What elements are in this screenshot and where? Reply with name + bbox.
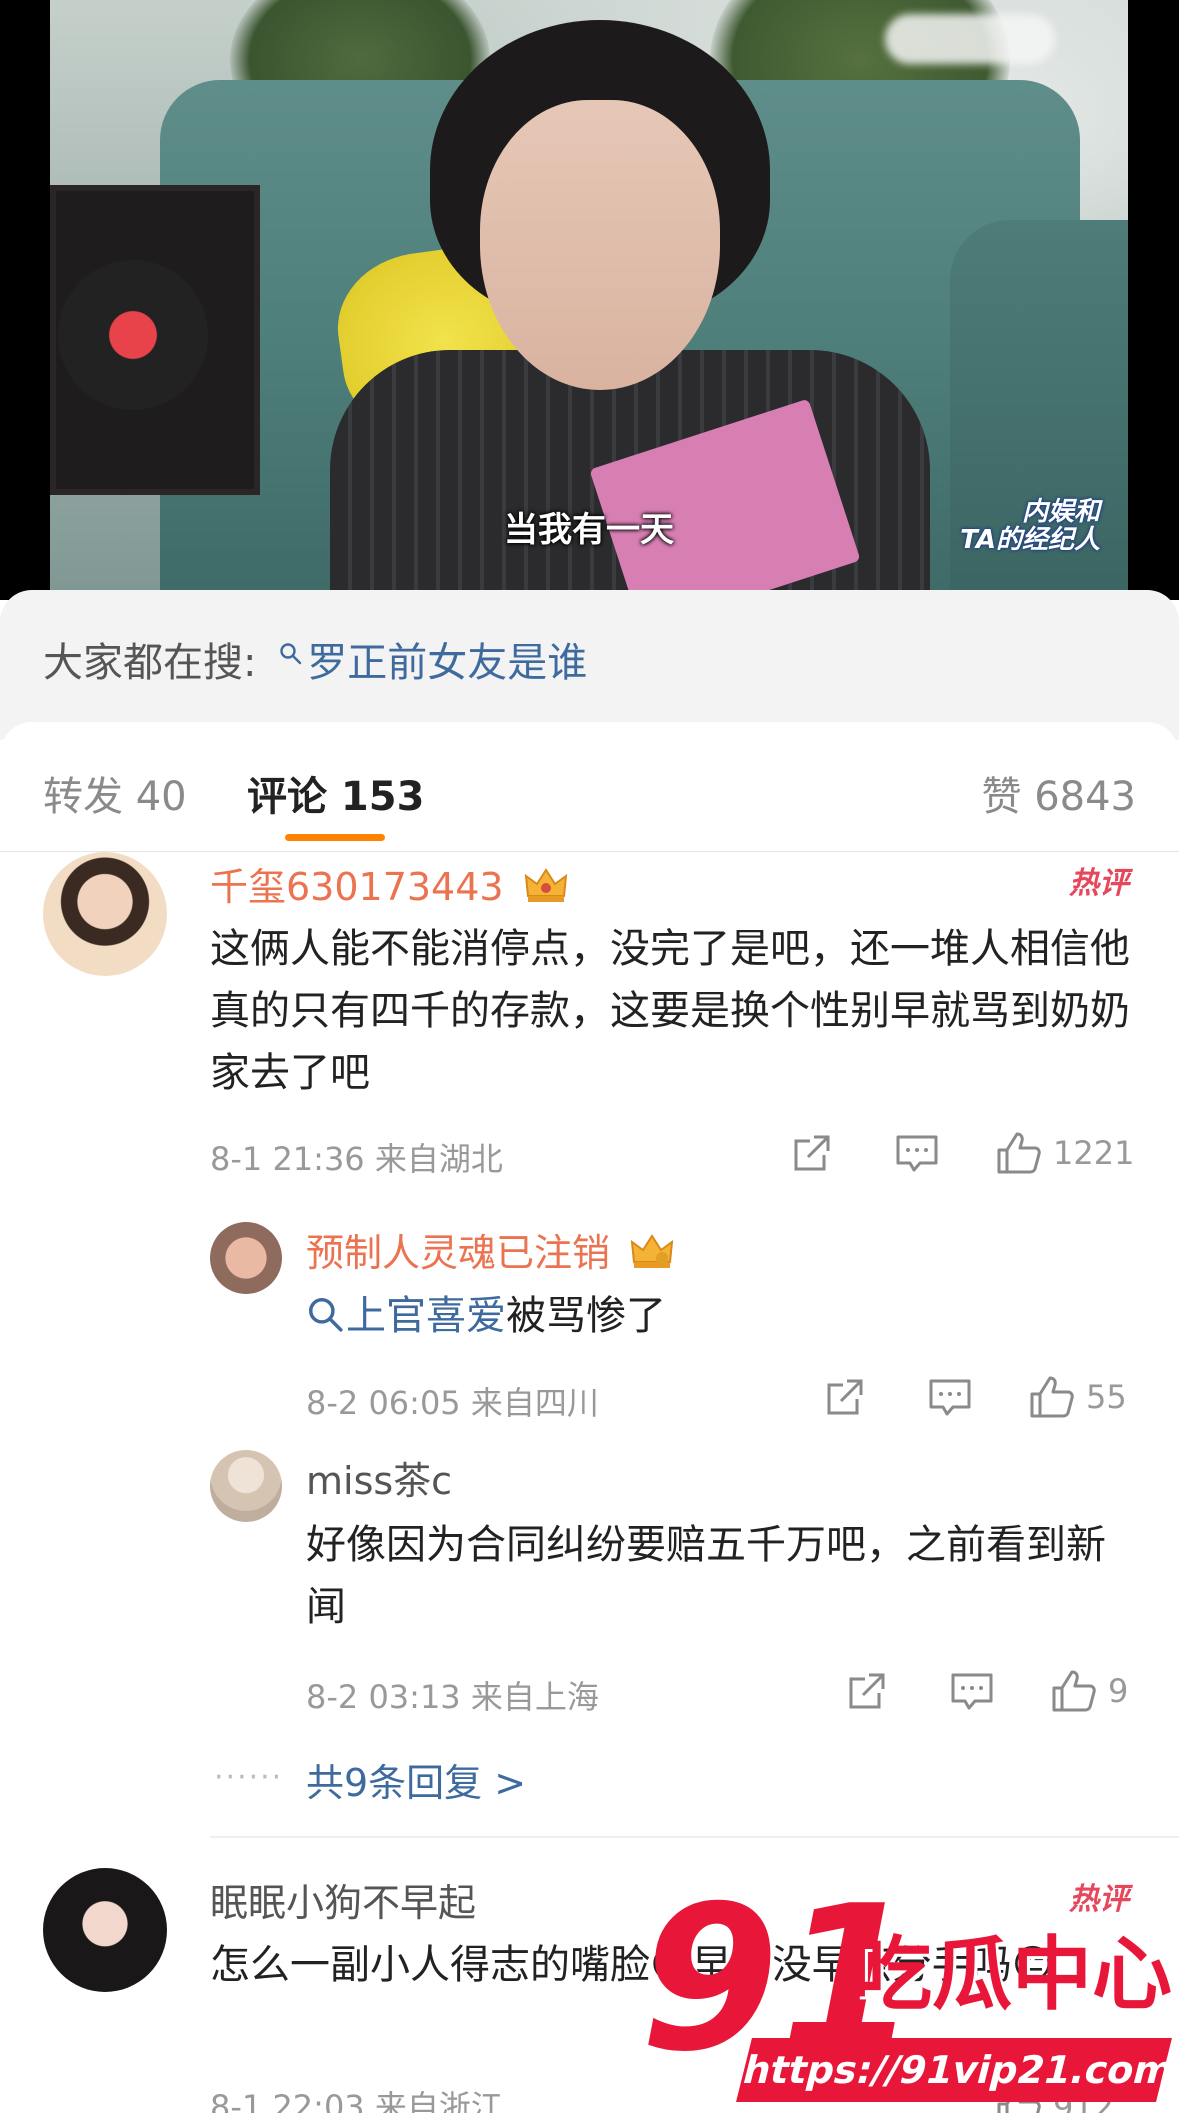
- tab-bar: 转发 40 评论 153 赞 6843: [0, 722, 1179, 852]
- crown-badge-icon: [524, 868, 567, 902]
- reply-text-body: 被骂惨了: [506, 1293, 666, 1339]
- comment-author[interactable]: 千玺630173443: [210, 856, 568, 911]
- comment-icon: [896, 1135, 938, 1172]
- comment-actions: 912: [790, 2082, 1135, 2113]
- crown-badge-icon: [630, 1234, 674, 1268]
- video-frame[interactable]: 当我有一天 内娱和 TA的经纪人: [50, 0, 1128, 600]
- comment-icon: [951, 1673, 993, 1710]
- reply-meta: 8-2 06:05 来自四川: [306, 1384, 599, 1422]
- trending-search-prefix: 大家都在搜:: [43, 640, 257, 686]
- reply-author[interactable]: 预制人灵魂已注销: [306, 1222, 674, 1277]
- reply-text: 好像因为合同纠纷要赔五千万吧，之前看到新闻: [306, 1522, 1106, 1630]
- like-button[interactable]: 9: [1050, 1666, 1128, 1716]
- trending-search[interactable]: 大家都在搜: 罗正前女友是谁: [43, 630, 587, 688]
- repost-button[interactable]: [823, 1372, 867, 1422]
- repost-button[interactable]: [790, 1128, 834, 1178]
- thumbs-up-icon: [997, 2086, 1041, 2113]
- thumbs-up-icon: [997, 1132, 1041, 1174]
- comment-author-name: 千玺630173443: [210, 865, 504, 909]
- like-button[interactable]: 55: [1028, 1372, 1127, 1422]
- comment-actions: 1221: [790, 1128, 1135, 1178]
- reply-actions: 9: [845, 1666, 1135, 1716]
- reply-author-name: 预制人灵魂已注销: [306, 1231, 611, 1275]
- like-count: 912: [1053, 2088, 1115, 2113]
- comment-meta: 8-1 22:03 来自浙江: [210, 2088, 503, 2113]
- show-logo-line1: 内娱和: [1021, 497, 1100, 527]
- avatar[interactable]: [210, 1450, 282, 1522]
- comment-author-name: 眠眠小狗不早起: [210, 1881, 477, 1925]
- hot-comment-badge: 热评: [1069, 866, 1129, 901]
- search-icon: [309, 1298, 343, 1332]
- reply-button[interactable]: [894, 1128, 940, 1178]
- trending-search-card: 大家都在搜: 罗正前女友是谁: [0, 590, 1179, 740]
- repost-button[interactable]: [845, 1666, 889, 1716]
- tab-like[interactable]: 赞 6843: [981, 764, 1136, 822]
- share-icon: [849, 1673, 885, 1709]
- tab-repost[interactable]: 转发 40: [43, 764, 187, 822]
- show-logo-line2: TA的经纪人: [960, 525, 1100, 555]
- tab-comment[interactable]: 评论 153: [247, 764, 424, 822]
- more-replies-link[interactable]: 共9条回复 >: [306, 1752, 526, 1807]
- thumbs-up-icon: [1030, 1376, 1074, 1418]
- person-face: [480, 100, 720, 390]
- more-replies-dots: ······: [214, 1760, 284, 1795]
- like-button[interactable]: 1221: [995, 1128, 1134, 1178]
- reply-author[interactable]: miss茶c: [306, 1450, 452, 1505]
- reply-actions: 55: [823, 1372, 1135, 1422]
- search-icon: [280, 643, 302, 665]
- comment-author[interactable]: 眠眠小狗不早起: [210, 1872, 476, 1927]
- share-icon: [794, 1135, 830, 1171]
- reply-author-name: miss茶c: [306, 1459, 453, 1503]
- like-button[interactable]: 912: [995, 2082, 1114, 2113]
- share-icon: [827, 1379, 863, 1415]
- thumbs-up-icon: [1052, 1670, 1096, 1712]
- avatar[interactable]: [210, 1222, 282, 1294]
- hot-comment-badge: 热评: [1069, 1882, 1129, 1917]
- comment-meta: 8-1 21:36 来自湖北: [210, 1140, 503, 1178]
- avatar[interactable]: [43, 852, 167, 976]
- like-count: 9: [1108, 1672, 1129, 1710]
- trending-search-keyword[interactable]: 罗正前女友是谁: [307, 640, 587, 686]
- comment-text: 这俩人能不能消停点，没完了是吧，还一堆人相信他真的只有四千的存款，这要是换个性别…: [210, 926, 1130, 1096]
- site-watermark: 91 吃瓜中心 https://91vip21.com: [640, 1880, 1179, 2113]
- reply-search-link[interactable]: 上官喜爱: [346, 1293, 506, 1339]
- avatar[interactable]: [43, 1868, 167, 1992]
- like-count: 1221: [1053, 1134, 1135, 1172]
- comment-divider: [210, 1836, 1179, 1838]
- reply-button[interactable]: [949, 1666, 995, 1716]
- comment-text: 怎么一副小人得志的嘴脸😑早前没早点分手吗😑: [210, 1942, 1054, 1988]
- reply-meta: 8-2 03:13 来自上海: [306, 1678, 599, 1716]
- active-tab-indicator: [285, 834, 385, 841]
- reply-button[interactable]: [927, 1372, 973, 1422]
- blurred-watermark: [885, 14, 1055, 64]
- vinyl-record: [58, 260, 208, 410]
- comment-icon: [929, 1379, 971, 1416]
- show-logo: 内娱和 TA的经纪人: [960, 498, 1100, 554]
- video-player[interactable]: 当我有一天 内娱和 TA的经纪人: [0, 0, 1179, 600]
- reply-text: 上官喜爱被骂惨了: [306, 1285, 1126, 1347]
- like-count: 55: [1086, 1378, 1127, 1416]
